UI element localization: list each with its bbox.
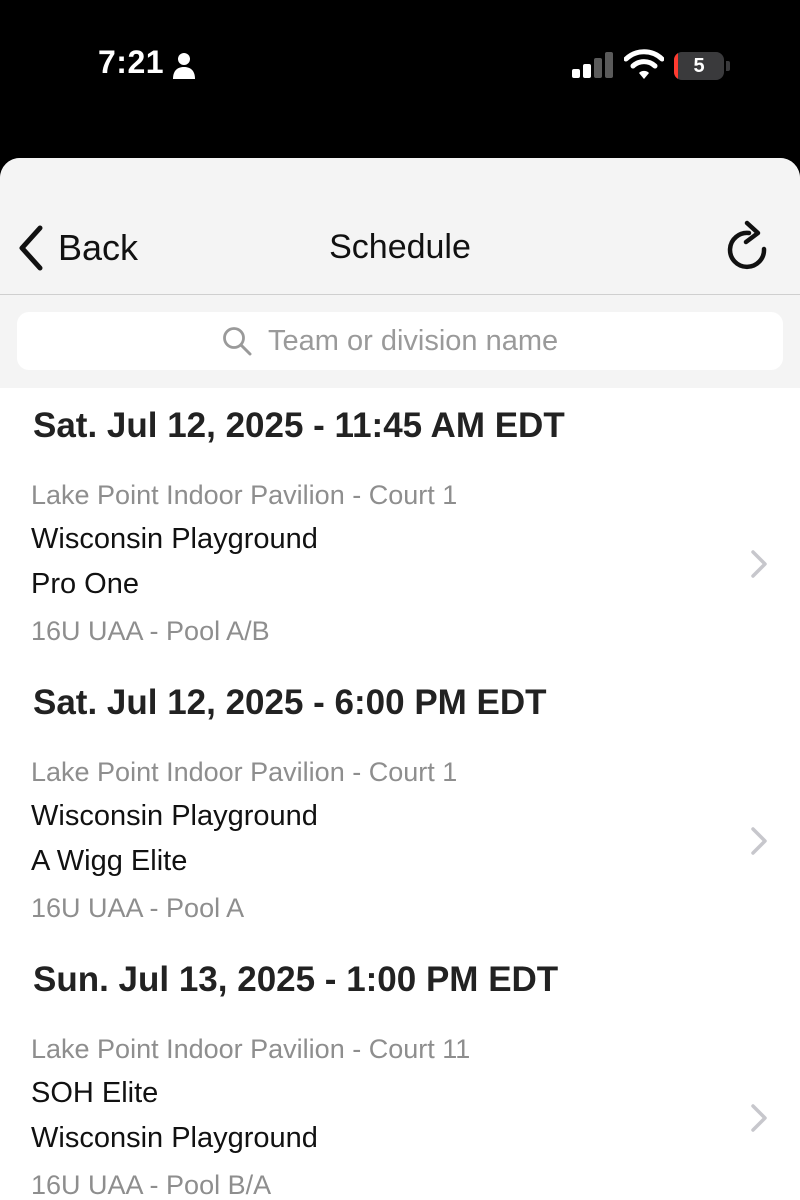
game-team-1: SOH Elite: [31, 1077, 159, 1109]
search-bar[interactable]: [17, 312, 783, 370]
game-location: Lake Point Indoor Pavilion - Court 1: [31, 480, 458, 510]
battery-icon: 5: [674, 52, 730, 80]
chevron-right-icon: [751, 1104, 767, 1132]
game-team-2: Pro One: [31, 568, 139, 600]
back-label: Back: [58, 227, 139, 268]
chevron-left-icon: [19, 225, 43, 271]
game-item[interactable]: Sat. Jul 12, 2025 - 11:45 AM EDT Lake Po…: [0, 388, 800, 665]
game-team-1: Wisconsin Playground: [31, 800, 318, 832]
chevron-right-icon: [751, 550, 767, 578]
game-item[interactable]: Sat. Jul 12, 2025 - 6:00 PM EDT Lake Poi…: [0, 665, 800, 942]
game-team-2: Wisconsin Playground: [31, 1122, 318, 1154]
search-input[interactable]: [268, 324, 578, 358]
nav-divider: [0, 294, 800, 295]
game-division: 16U UAA - Pool A: [31, 893, 245, 923]
game-team-2: A Wigg Elite: [31, 845, 188, 877]
schedule-list: Sat. Jul 12, 2025 - 11:45 AM EDT Lake Po…: [0, 388, 800, 1200]
game-date: Sun. Jul 13, 2025 - 1:00 PM EDT: [33, 960, 559, 999]
person-icon: [173, 53, 195, 79]
cellular-signal-icon: [572, 52, 613, 78]
back-button[interactable]: Back: [16, 220, 138, 276]
game-date: Sat. Jul 12, 2025 - 11:45 AM EDT: [33, 406, 565, 445]
wifi-icon: [624, 49, 664, 79]
search-icon: [223, 327, 252, 356]
refresh-icon[interactable]: [722, 220, 772, 274]
game-date: Sat. Jul 12, 2025 - 6:00 PM EDT: [33, 683, 547, 722]
battery-level-text: 5: [693, 55, 705, 77]
game-division: 16U UAA - Pool B/A: [31, 1170, 272, 1200]
schedule-sheet: Back Schedule Sat. Jul 12, 2025 - 11:45 …: [0, 158, 800, 1200]
game-division: 16U UAA - Pool A/B: [31, 616, 270, 646]
game-location: Lake Point Indoor Pavilion - Court 11: [31, 1034, 471, 1064]
game-team-1: Wisconsin Playground: [31, 523, 318, 555]
status-time: 7:21: [98, 44, 165, 80]
page-title: Schedule: [329, 228, 471, 266]
game-location: Lake Point Indoor Pavilion - Court 1: [31, 757, 458, 787]
status-bar: 7:21 5: [0, 0, 800, 158]
game-item[interactable]: Sun. Jul 13, 2025 - 1:00 PM EDT Lake Poi…: [0, 942, 800, 1200]
navigation-bar: Back Schedule: [0, 158, 800, 388]
chevron-right-icon: [751, 827, 767, 855]
